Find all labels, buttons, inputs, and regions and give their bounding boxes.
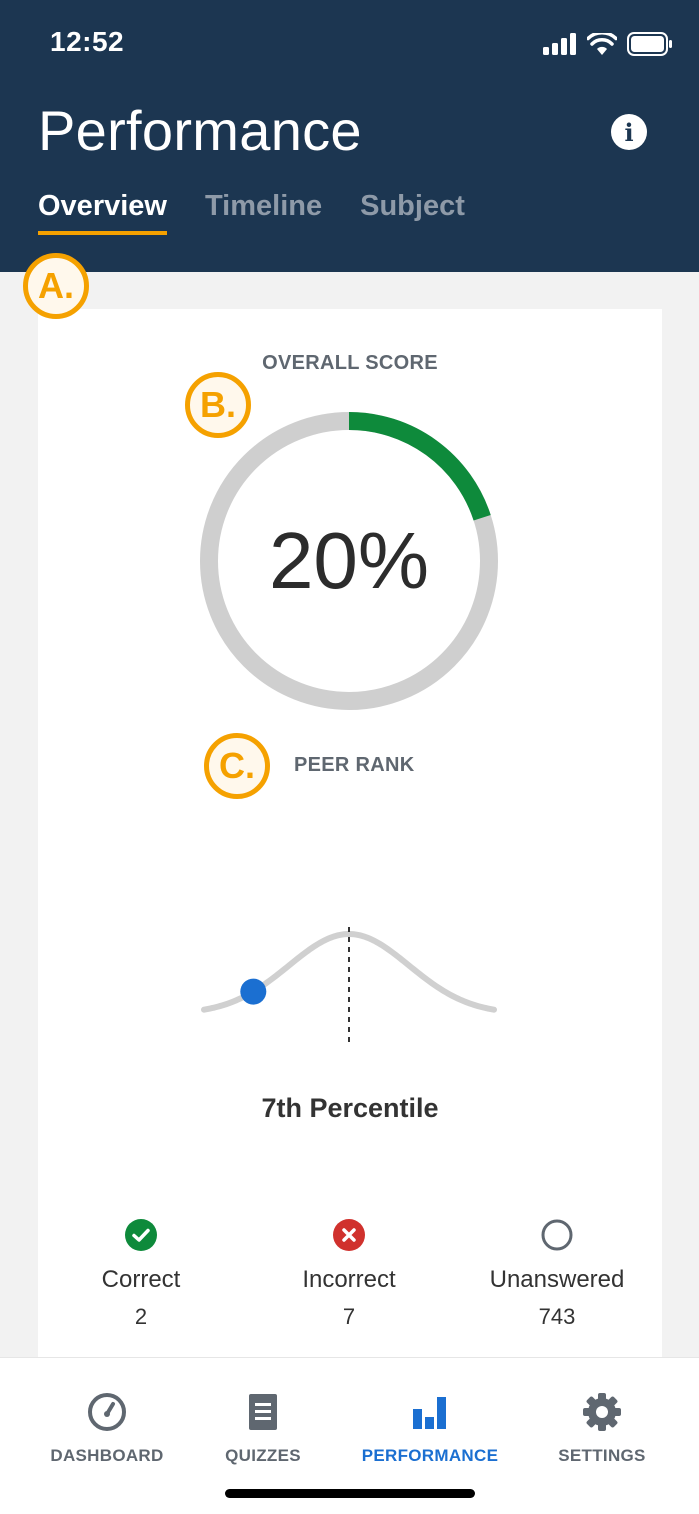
signal-icon — [543, 33, 576, 55]
peer-rank-marker — [240, 978, 267, 1005]
tab-bar: Overview Timeline Subject — [38, 190, 465, 235]
home-indicator — [225, 1489, 475, 1498]
overview-card: OVERALL SCORE 20% PEER RANK 7th Percenti… — [38, 309, 662, 1409]
stat-incorrect-value: 7 — [342, 1304, 356, 1329]
x-circle-icon — [333, 1219, 365, 1251]
document-icon — [249, 1394, 277, 1430]
bar-chart-icon — [413, 1397, 446, 1429]
tab-timeline[interactable]: Timeline — [205, 190, 322, 235]
check-circle-icon — [125, 1219, 157, 1251]
stat-unanswered-value: 743 — [538, 1304, 576, 1329]
stat-correct-label: Correct — [101, 1266, 181, 1293]
stat-correct: Correct 2 — [41, 1219, 241, 1330]
tab-overview[interactable]: Overview — [38, 190, 167, 235]
wifi-icon — [587, 33, 617, 55]
gear-icon — [583, 1393, 621, 1431]
tab-subject[interactable]: Subject — [360, 190, 465, 235]
page-title: Performance — [38, 99, 362, 162]
battery-icon — [627, 32, 672, 56]
stat-incorrect-label: Incorrect — [302, 1266, 396, 1293]
info-icon: i — [624, 117, 634, 147]
overall-score-label: OVERALL SCORE — [262, 352, 438, 374]
annotation-badge-a: A. — [23, 253, 89, 319]
stat-incorrect: Incorrect 7 — [249, 1219, 449, 1330]
nav-dashboard-label: DASHBOARD — [50, 1446, 164, 1465]
annotation-badge-b: B. — [185, 372, 251, 438]
stat-unanswered-label: Unanswered — [489, 1266, 625, 1293]
stat-correct-value: 2 — [134, 1304, 148, 1329]
percentile-text: 7th Percentile — [261, 1093, 439, 1123]
peer-rank-label: PEER RANK — [294, 754, 415, 776]
stat-unanswered: Unanswered 743 — [457, 1219, 657, 1330]
status-time: 12:52 — [50, 26, 125, 57]
info-button[interactable]: i — [611, 114, 647, 150]
app-header: 12:52 Performance i Overview Timeline Su… — [0, 0, 699, 272]
gauge-icon — [88, 1393, 126, 1431]
peer-rank-bell-curve — [201, 927, 497, 1045]
empty-circle-icon — [541, 1219, 573, 1251]
nav-quizzes-label: QUIZZES — [225, 1446, 301, 1465]
nav-performance-label: PERFORMANCE — [361, 1446, 499, 1465]
status-icons — [543, 28, 673, 60]
overall-score-value: 20% — [268, 516, 430, 605]
annotation-badge-c: C. — [204, 733, 270, 799]
nav-settings-label: SETTINGS — [558, 1446, 646, 1465]
